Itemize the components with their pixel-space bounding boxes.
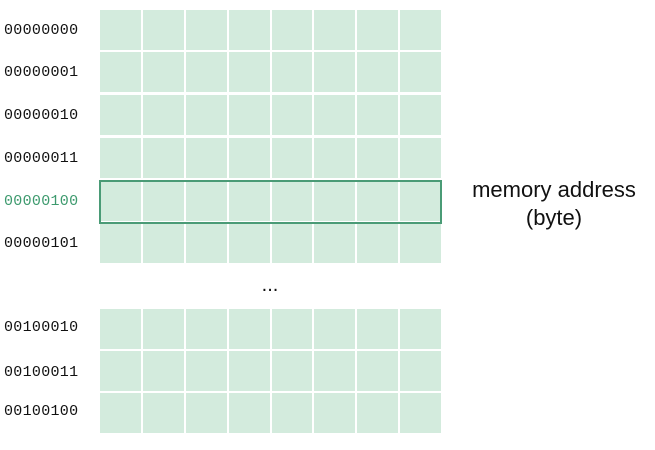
- bit-cell: [357, 52, 401, 94]
- address-label: 00000000: [4, 22, 79, 39]
- bit-cell: [100, 138, 143, 180]
- bit-cell: [100, 10, 143, 52]
- bit-cell: [314, 138, 358, 180]
- address-label: 00000010: [4, 107, 79, 124]
- bit-cell: [400, 351, 441, 393]
- highlight-box: [99, 180, 442, 224]
- bit-cell: [228, 10, 272, 52]
- bit-cell: [357, 393, 401, 435]
- bit-cell: [100, 393, 143, 435]
- bit-cell: [228, 95, 272, 137]
- memory-row: [100, 351, 441, 393]
- address-label: 00000101: [4, 235, 79, 252]
- bit-cell: [100, 95, 143, 137]
- memory-row: [100, 223, 441, 265]
- address-label: 00000011: [4, 150, 79, 167]
- bit-cell: [142, 138, 186, 180]
- bit-cell: [185, 309, 229, 351]
- bit-cell: [228, 351, 272, 393]
- bit-cell: [400, 309, 441, 351]
- bit-cell: [142, 52, 186, 94]
- bit-cell: [400, 138, 441, 180]
- address-label: 00000001: [4, 64, 79, 81]
- bit-cell: [185, 393, 229, 435]
- bit-cell: [271, 52, 315, 94]
- bit-cell: [228, 52, 272, 94]
- bit-cell: [185, 52, 229, 94]
- bit-cell: [100, 52, 143, 94]
- bit-cell: [185, 223, 229, 265]
- memory-row: [100, 52, 441, 94]
- bit-cell: [400, 10, 441, 52]
- label-line-1: memory address: [472, 177, 636, 202]
- bit-cell: [357, 138, 401, 180]
- bit-cell: [228, 223, 272, 265]
- bit-cell: [228, 138, 272, 180]
- memory-row: [100, 10, 441, 52]
- memory-row: [100, 138, 441, 180]
- bit-cell: [400, 223, 441, 265]
- bit-cell: [185, 95, 229, 137]
- bit-cell: [228, 393, 272, 435]
- bit-cell: [357, 95, 401, 137]
- ellipsis: ...: [261, 274, 279, 296]
- highlighted-address-label: 00000100: [4, 193, 79, 210]
- bit-cell: [142, 223, 186, 265]
- bit-cell: [314, 95, 358, 137]
- bit-cell: [400, 52, 441, 94]
- bit-cell: [142, 393, 186, 435]
- memory-address-label: memory address (byte): [456, 176, 652, 232]
- bit-cell: [271, 10, 315, 52]
- bit-cell: [185, 10, 229, 52]
- bit-cell: [357, 10, 401, 52]
- label-line-2: (byte): [525, 205, 583, 230]
- bit-cell: [271, 309, 315, 351]
- bit-cell: [100, 351, 143, 393]
- bit-cell: [100, 223, 143, 265]
- memory-row: [100, 393, 441, 435]
- address-label: 00100100: [4, 403, 79, 420]
- bit-cell: [314, 223, 358, 265]
- bit-cell: [271, 138, 315, 180]
- bit-cell: [142, 309, 186, 351]
- bit-cell: [185, 351, 229, 393]
- bit-cell: [100, 309, 143, 351]
- bit-cell: [357, 309, 401, 351]
- bit-cell: [271, 351, 315, 393]
- bit-cell: [142, 351, 186, 393]
- bit-cell: [314, 52, 358, 94]
- bit-cell: [400, 393, 441, 435]
- bit-cell: [271, 393, 315, 435]
- bit-cell: [357, 351, 401, 393]
- address-label: 00100011: [4, 364, 79, 381]
- bit-cell: [357, 223, 401, 265]
- bit-cell: [314, 393, 358, 435]
- bit-cell: [228, 309, 272, 351]
- bit-cell: [271, 223, 315, 265]
- bit-cell: [185, 138, 229, 180]
- bit-cell: [314, 351, 358, 393]
- memory-row: [100, 95, 441, 137]
- bit-cell: [142, 95, 186, 137]
- bit-cell: [271, 95, 315, 137]
- bit-cell: [314, 10, 358, 52]
- bit-cell: [314, 309, 358, 351]
- memory-row: [100, 309, 441, 351]
- bit-cell: [142, 10, 186, 52]
- address-label: 00100010: [4, 319, 79, 336]
- bit-cell: [400, 95, 441, 137]
